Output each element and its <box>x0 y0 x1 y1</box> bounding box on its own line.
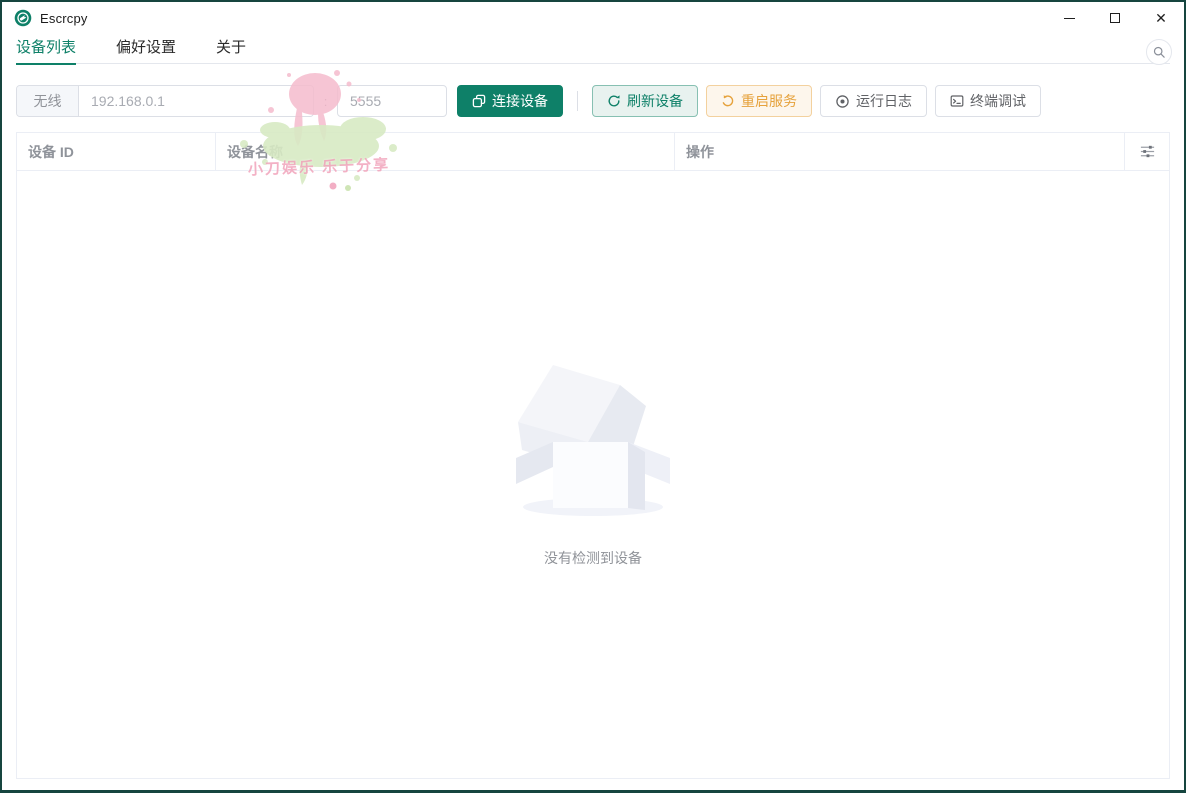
tab-label: 设备列表 <box>16 39 77 56</box>
connect-device-label: 连接设备 <box>492 93 548 109</box>
connection-toolbar: 无线 : 连接设备 刷新设备 重启服务 <box>16 85 1170 117</box>
minimize-button[interactable] <box>1046 2 1092 34</box>
search-icon <box>1153 46 1165 58</box>
empty-box-illustration <box>516 364 670 516</box>
device-table-body: 没有检测到设备 <box>17 171 1169 778</box>
column-label: 操作 <box>686 143 714 160</box>
close-button[interactable]: ✕ <box>1138 2 1184 34</box>
tab-preferences[interactable]: 偏好设置 <box>116 34 176 64</box>
connect-link-icon <box>472 94 486 108</box>
restart-icon <box>722 95 734 107</box>
run-logs-button[interactable]: 运行日志 <box>820 85 927 117</box>
tab-label: 关于 <box>216 39 247 56</box>
column-label: 设备名称 <box>227 143 283 160</box>
window-title: Escrcpy <box>40 10 88 26</box>
terminal-debug-button[interactable]: 终端调试 <box>935 85 1041 117</box>
close-icon: ✕ <box>1155 10 1167 26</box>
ip-port-separator: : <box>323 93 328 109</box>
tab-device-list[interactable]: 设备列表 <box>16 34 77 65</box>
column-device-id: 设备 ID <box>17 133 216 170</box>
refresh-icon <box>608 95 620 107</box>
address-input-group: 无线 <box>16 85 314 117</box>
empty-message: 没有检测到设备 <box>544 549 642 566</box>
tab-bar: 设备列表 偏好设置 关于 <box>16 34 1170 65</box>
column-actions: 操作 <box>675 133 1125 170</box>
app-window: Escrcpy ✕ 设备列表 偏好设置 关于 无线 : <box>0 0 1186 793</box>
maximize-icon <box>1110 13 1120 23</box>
run-logs-label: 运行日志 <box>856 93 912 109</box>
titlebar: Escrcpy ✕ <box>2 2 1184 34</box>
column-device-name: 设备名称 <box>216 133 675 170</box>
search-button[interactable] <box>1146 39 1172 65</box>
tab-label: 偏好设置 <box>116 39 177 56</box>
minimize-icon <box>1063 17 1075 19</box>
app-logo-icon <box>14 9 32 27</box>
terminal-icon <box>950 95 964 107</box>
port-input[interactable] <box>337 85 447 117</box>
column-label: 设备 ID <box>28 143 74 160</box>
restart-service-button[interactable]: 重启服务 <box>706 85 812 117</box>
terminal-debug-label: 终端调试 <box>970 93 1026 109</box>
connect-device-button[interactable]: 连接设备 <box>457 85 563 117</box>
refresh-devices-button[interactable]: 刷新设备 <box>592 85 698 117</box>
ip-address-input[interactable] <box>79 86 313 116</box>
maximize-button[interactable] <box>1092 2 1138 34</box>
connection-mode-select[interactable]: 无线 <box>17 86 79 116</box>
empty-state: 没有检测到设备 <box>508 360 678 568</box>
eye-icon <box>836 94 849 108</box>
tab-about[interactable]: 关于 <box>216 34 246 64</box>
refresh-devices-label: 刷新设备 <box>627 93 683 109</box>
column-settings-button[interactable] <box>1125 133 1169 170</box>
restart-service-label: 重启服务 <box>741 93 797 109</box>
window-controls: ✕ <box>1046 2 1184 34</box>
toolbar-divider <box>577 91 578 111</box>
sliders-icon <box>1140 145 1154 158</box>
device-table: 设备 ID 设备名称 操作 没有检测到设备 <box>16 132 1170 779</box>
device-table-header: 设备 ID 设备名称 操作 <box>17 133 1169 171</box>
